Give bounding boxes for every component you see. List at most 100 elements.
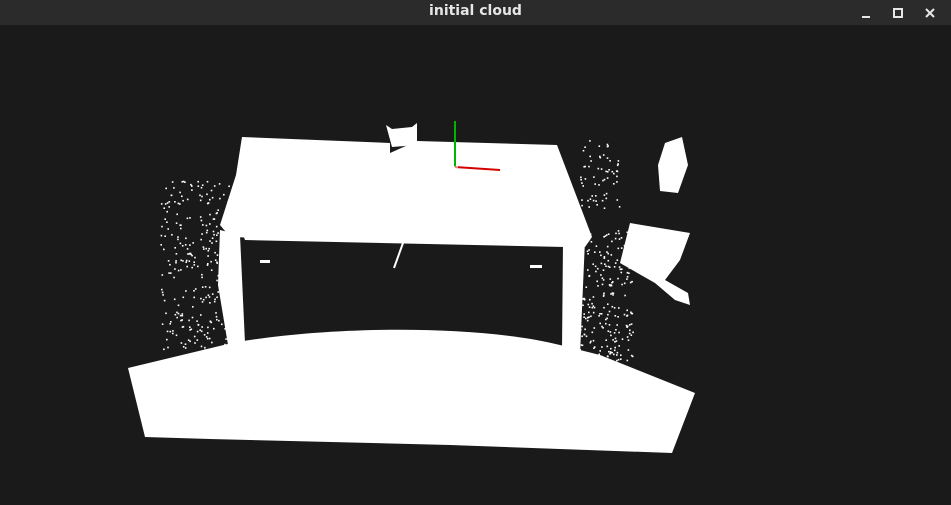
cloud-point — [584, 375, 586, 377]
cloud-point — [598, 353, 600, 356]
cloud-point — [581, 182, 583, 184]
cloud-point — [629, 242, 631, 245]
cloud-point — [176, 316, 178, 319]
cloud-point — [218, 319, 220, 322]
close-button[interactable] — [919, 2, 941, 24]
cloud-point — [171, 234, 173, 236]
cloud-point — [616, 259, 619, 261]
cloud-point — [591, 393, 594, 395]
cloud-point — [629, 324, 631, 326]
cloud-point — [609, 284, 611, 287]
cloud-point — [190, 421, 193, 424]
cloud-point — [613, 307, 616, 309]
cloud-point — [593, 176, 595, 178]
cloud-point — [212, 420, 215, 422]
window-title: initial cloud — [429, 3, 522, 19]
cloud-point — [605, 391, 608, 393]
cloud-point — [609, 160, 611, 162]
maximize-button[interactable] — [887, 2, 909, 24]
cloud-point — [603, 306, 605, 309]
cloud-point — [591, 302, 593, 305]
cloud-point — [588, 274, 591, 277]
cloud-point — [182, 199, 184, 202]
minimize-button[interactable] — [855, 2, 877, 24]
cloud-point — [603, 194, 606, 196]
cloud-point — [194, 342, 196, 344]
cloud-point — [595, 394, 597, 397]
cloud-point — [603, 178, 606, 181]
cloud-point — [152, 374, 154, 376]
cloud-point — [584, 328, 586, 331]
cloud-point — [168, 206, 170, 208]
title-bar[interactable]: initial cloud — [0, 0, 951, 25]
right-top-object — [658, 137, 688, 193]
cloud-point — [209, 198, 211, 201]
cloud-point — [626, 314, 629, 317]
cloud-point — [220, 415, 223, 418]
cloud-point — [594, 183, 596, 185]
cloud-point — [594, 388, 596, 390]
cloud-point — [185, 259, 188, 262]
cloud-point — [182, 392, 184, 394]
cloud-point — [580, 365, 583, 368]
cloud-point — [229, 263, 232, 266]
cloud-point — [189, 244, 191, 246]
cloud-point — [578, 306, 581, 308]
cloud-point — [206, 264, 209, 266]
cloud-point — [602, 279, 605, 281]
point-cloud-canvas[interactable] — [0, 25, 951, 505]
cloud-point — [620, 237, 623, 239]
cloud-point — [169, 330, 172, 333]
cloud-point — [578, 235, 580, 238]
cloud-point — [204, 346, 206, 349]
cloud-point — [191, 185, 193, 187]
point-cloud-viewport[interactable] — [0, 25, 951, 505]
cloud-point — [170, 194, 173, 197]
cloud-point — [617, 277, 619, 280]
cloud-point — [611, 170, 614, 173]
cloud-point — [177, 304, 180, 307]
cloud-point — [214, 259, 217, 261]
cloud-point — [582, 364, 585, 367]
cloud-point — [166, 412, 168, 414]
cloud-point — [179, 412, 181, 414]
cloud-point — [199, 216, 202, 218]
cloud-point — [147, 379, 149, 381]
cloud-point — [605, 192, 608, 195]
cloud-point — [203, 248, 205, 250]
cloud-point — [186, 248, 189, 250]
cloud-point — [213, 424, 216, 426]
cloud-point — [183, 394, 185, 396]
cloud-point — [162, 418, 164, 420]
cloud-point — [228, 185, 230, 188]
cloud-point — [191, 189, 193, 191]
cloud-point — [175, 261, 177, 264]
cloud-point — [617, 386, 620, 389]
cloud-point — [617, 160, 620, 162]
cloud-point — [211, 196, 214, 199]
cloud-point — [613, 353, 615, 356]
cloud-point — [215, 396, 217, 398]
cloud-point — [177, 236, 179, 238]
app-window: initial cloud — [0, 0, 951, 505]
cloud-point — [615, 170, 618, 172]
cloud-point — [217, 232, 219, 234]
cloud-point — [598, 315, 600, 317]
cloud-point — [192, 306, 194, 308]
cloud-point — [605, 265, 607, 267]
cloud-point — [606, 251, 608, 253]
cloud-point — [184, 244, 187, 246]
cloud-point — [200, 297, 202, 300]
cloud-point — [611, 389, 614, 392]
desk-underside-cable — [393, 242, 404, 269]
cloud-point — [193, 296, 195, 299]
cloud-point — [193, 335, 196, 338]
cloud-point — [578, 238, 580, 241]
cloud-point — [222, 225, 224, 228]
minimize-icon — [862, 15, 870, 18]
cloud-point — [192, 242, 194, 244]
cloud-point — [591, 384, 594, 387]
cloud-point — [154, 420, 157, 422]
cloud-point — [588, 311, 590, 314]
cloud-point — [196, 380, 199, 382]
